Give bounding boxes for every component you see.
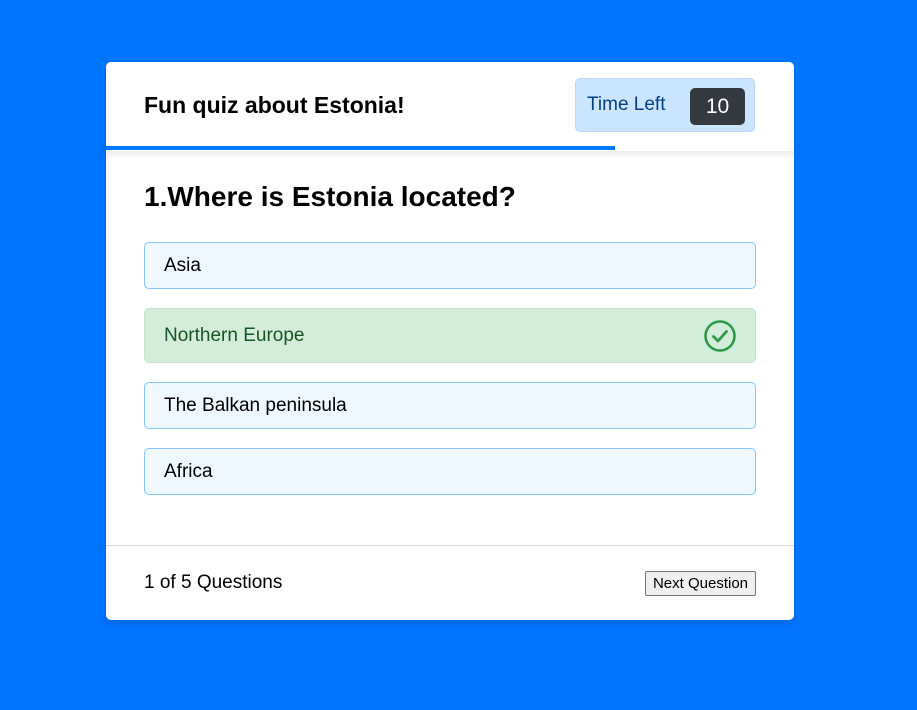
timer: Time Left 10 xyxy=(575,78,755,132)
next-question-button[interactable]: Next Question xyxy=(645,571,756,596)
check-circle-icon xyxy=(703,319,737,353)
question-text: 1.Where is Estonia located? xyxy=(144,181,516,212)
quiz-box: Fun quiz about Estonia! Time Left 10 1.W… xyxy=(106,62,794,620)
timer-label: Time Left xyxy=(587,94,666,115)
quiz-title: Fun quiz about Estonia! xyxy=(144,92,405,118)
quiz-header: Fun quiz about Estonia! Time Left 10 xyxy=(106,62,794,151)
quiz-footer: 1 of 5 Questions Next Question xyxy=(106,545,794,620)
timer-seconds: 10 xyxy=(690,88,745,125)
option-label: Africa xyxy=(164,460,213,482)
option-label: The Balkan peninsula xyxy=(164,394,347,416)
option-balkan-peninsula[interactable]: The Balkan peninsula xyxy=(144,382,756,429)
option-northern-europe[interactable]: Northern Europe xyxy=(144,308,756,363)
option-africa[interactable]: Africa xyxy=(144,448,756,495)
time-progress-bar xyxy=(106,146,616,150)
option-asia[interactable]: Asia xyxy=(144,242,756,289)
option-label: Northern Europe xyxy=(164,324,305,346)
option-label: Asia xyxy=(164,254,201,276)
question-counter: 1 of 5 Questions xyxy=(144,572,283,593)
